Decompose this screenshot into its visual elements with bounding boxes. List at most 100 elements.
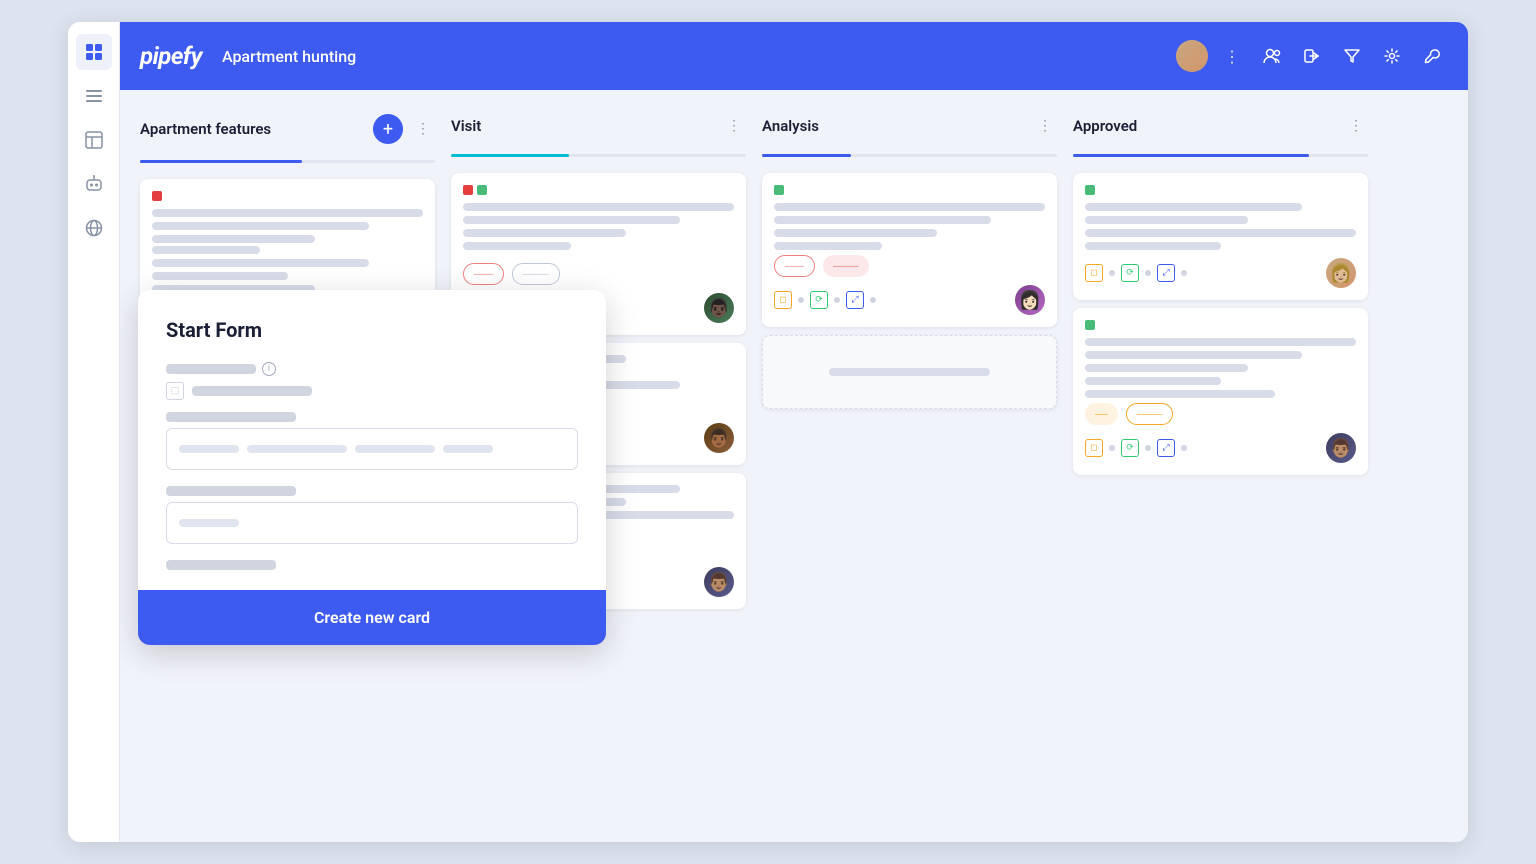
input-ph-1c	[355, 445, 435, 453]
sidebar-item-globe[interactable]	[76, 210, 112, 246]
input-ph-2	[179, 519, 239, 527]
column-more-visit[interactable]: ⋮	[722, 114, 746, 138]
form-label-row-1: i	[166, 362, 578, 376]
user-avatar[interactable]	[1176, 40, 1208, 72]
card-line	[152, 272, 288, 280]
footer-icon-1: ◻	[774, 291, 792, 309]
card-analysis-loading	[762, 335, 1057, 409]
card-footer-icons: ◻ ⟳ ⤢	[1085, 439, 1187, 457]
column-progress-apartment	[140, 160, 435, 163]
people-icon[interactable]	[1256, 40, 1288, 72]
column-more-analysis[interactable]: ⋮	[1033, 114, 1057, 138]
card-line	[1085, 377, 1221, 385]
card-indicator	[774, 185, 1045, 195]
card-footer: ◻ ⟳ ⤢ 👨🏽	[1085, 433, 1356, 463]
board-title: Apartment hunting	[222, 47, 356, 66]
footer-dot	[834, 297, 840, 303]
filter-icon[interactable]	[1336, 40, 1368, 72]
form-label-1	[166, 364, 256, 374]
form-input-2[interactable]	[166, 502, 578, 544]
ind-red	[463, 185, 473, 195]
tag-pink-fill: ────	[823, 255, 869, 277]
column-approved: Approved ⋮ ◻	[1073, 110, 1368, 475]
card-footer-icons: ◻ ⟳ ⤢	[1085, 264, 1187, 282]
footer-icon-3: ⤢	[1157, 439, 1175, 457]
card-line	[774, 229, 937, 237]
card-line	[1085, 338, 1356, 346]
footer-dot	[1145, 270, 1151, 276]
card-line	[1085, 364, 1248, 372]
column-progress-analysis	[762, 154, 1057, 157]
card-footer: ◻ ⟳ ⤢ 👩🏼	[1085, 258, 1356, 288]
footer-dot	[1109, 270, 1115, 276]
column-header-approved: Approved ⋮	[1073, 110, 1368, 146]
panel-body: Start Form i ⬚	[138, 290, 606, 590]
column-more-approved[interactable]: ⋮	[1344, 114, 1368, 138]
card-line	[774, 242, 882, 250]
card-avatar-a1: 👩🏻	[1015, 285, 1045, 315]
footer-dot	[1181, 270, 1187, 276]
card-line	[1085, 242, 1221, 250]
tag-pink-outline: ───	[774, 255, 815, 277]
form-input-1[interactable]	[166, 428, 578, 470]
column-analysis: Analysis ⋮ ─── ────	[762, 110, 1057, 409]
footer-icon-2: ⟳	[1121, 439, 1139, 457]
more-menu-icon[interactable]: ⋮	[1216, 40, 1248, 72]
card-line	[152, 235, 315, 243]
settings-icon[interactable]	[1376, 40, 1408, 72]
ind-green	[1085, 185, 1095, 195]
panel-title: Start Form	[166, 318, 578, 342]
tag-gray: ────	[512, 263, 560, 285]
enter-icon[interactable]	[1296, 40, 1328, 72]
column-title-apartment-features: Apartment features	[140, 120, 365, 138]
card-line	[152, 209, 423, 217]
info-icon-1: i	[262, 362, 276, 376]
form-sub-row-1: ⬚	[166, 382, 578, 400]
card-line	[463, 203, 734, 211]
card-avatar-v1: 👨🏿	[704, 293, 734, 323]
column-add-btn-apartment-features[interactable]: +	[373, 114, 403, 144]
ind-green	[1085, 320, 1095, 330]
input-ph-1b	[247, 445, 347, 453]
sidebar-item-grid[interactable]	[76, 34, 112, 70]
column-header-visit: Visit ⋮	[451, 110, 746, 146]
card-line	[1085, 216, 1248, 224]
ind-green	[774, 185, 784, 195]
sidebar-item-bot[interactable]	[76, 166, 112, 202]
tag-pink: ───	[463, 263, 504, 285]
card-analysis-1[interactable]: ─── ──── ◻ ⟳ ⤢ 👩🏻	[762, 173, 1057, 327]
image-icon: ⬚	[166, 382, 184, 400]
footer-icon-2: ⟳	[810, 291, 828, 309]
header: pipefy Apartment hunting ⋮	[120, 22, 1468, 90]
footer-dot	[870, 297, 876, 303]
footer-icon-1: ◻	[1085, 264, 1103, 282]
input-ph-1d	[443, 445, 493, 453]
card-line	[1085, 203, 1302, 211]
card-approved-2[interactable]: ── ──── ◻ ⟳ ⤢ 👨🏽	[1073, 308, 1368, 475]
logo: pipefy	[140, 42, 202, 70]
sidebar-item-table[interactable]	[76, 122, 112, 158]
form-label-field2	[166, 486, 296, 496]
form-sub-label-1	[192, 386, 312, 396]
wrench-icon[interactable]	[1416, 40, 1448, 72]
card-loading-indicator	[775, 348, 1044, 396]
column-more-apartment-features[interactable]: ⋮	[411, 117, 435, 141]
ind-green	[477, 185, 487, 195]
card-indicator	[463, 185, 734, 195]
header-right: ⋮	[1176, 40, 1448, 72]
card-avatar-ap1: 👩🏼	[1326, 258, 1356, 288]
column-title-visit: Visit	[451, 117, 714, 135]
sidebar-item-list[interactable]	[76, 78, 112, 114]
panel-footer[interactable]: Create new card	[138, 590, 606, 645]
card-line	[463, 242, 571, 250]
header-left: pipefy Apartment hunting	[140, 42, 356, 70]
column-title-approved: Approved	[1073, 117, 1336, 135]
tag-orange-outline: ────	[1126, 403, 1174, 425]
card-approved-1[interactable]: ◻ ⟳ ⤢ 👩🏼	[1073, 173, 1368, 300]
input-ph-1a	[179, 445, 239, 453]
create-new-card-button[interactable]: Create new card	[314, 608, 430, 627]
form-field-1: i ⬚	[166, 362, 578, 470]
column-progress-visit	[451, 154, 746, 157]
card-line	[463, 229, 626, 237]
card-line	[1085, 229, 1356, 237]
